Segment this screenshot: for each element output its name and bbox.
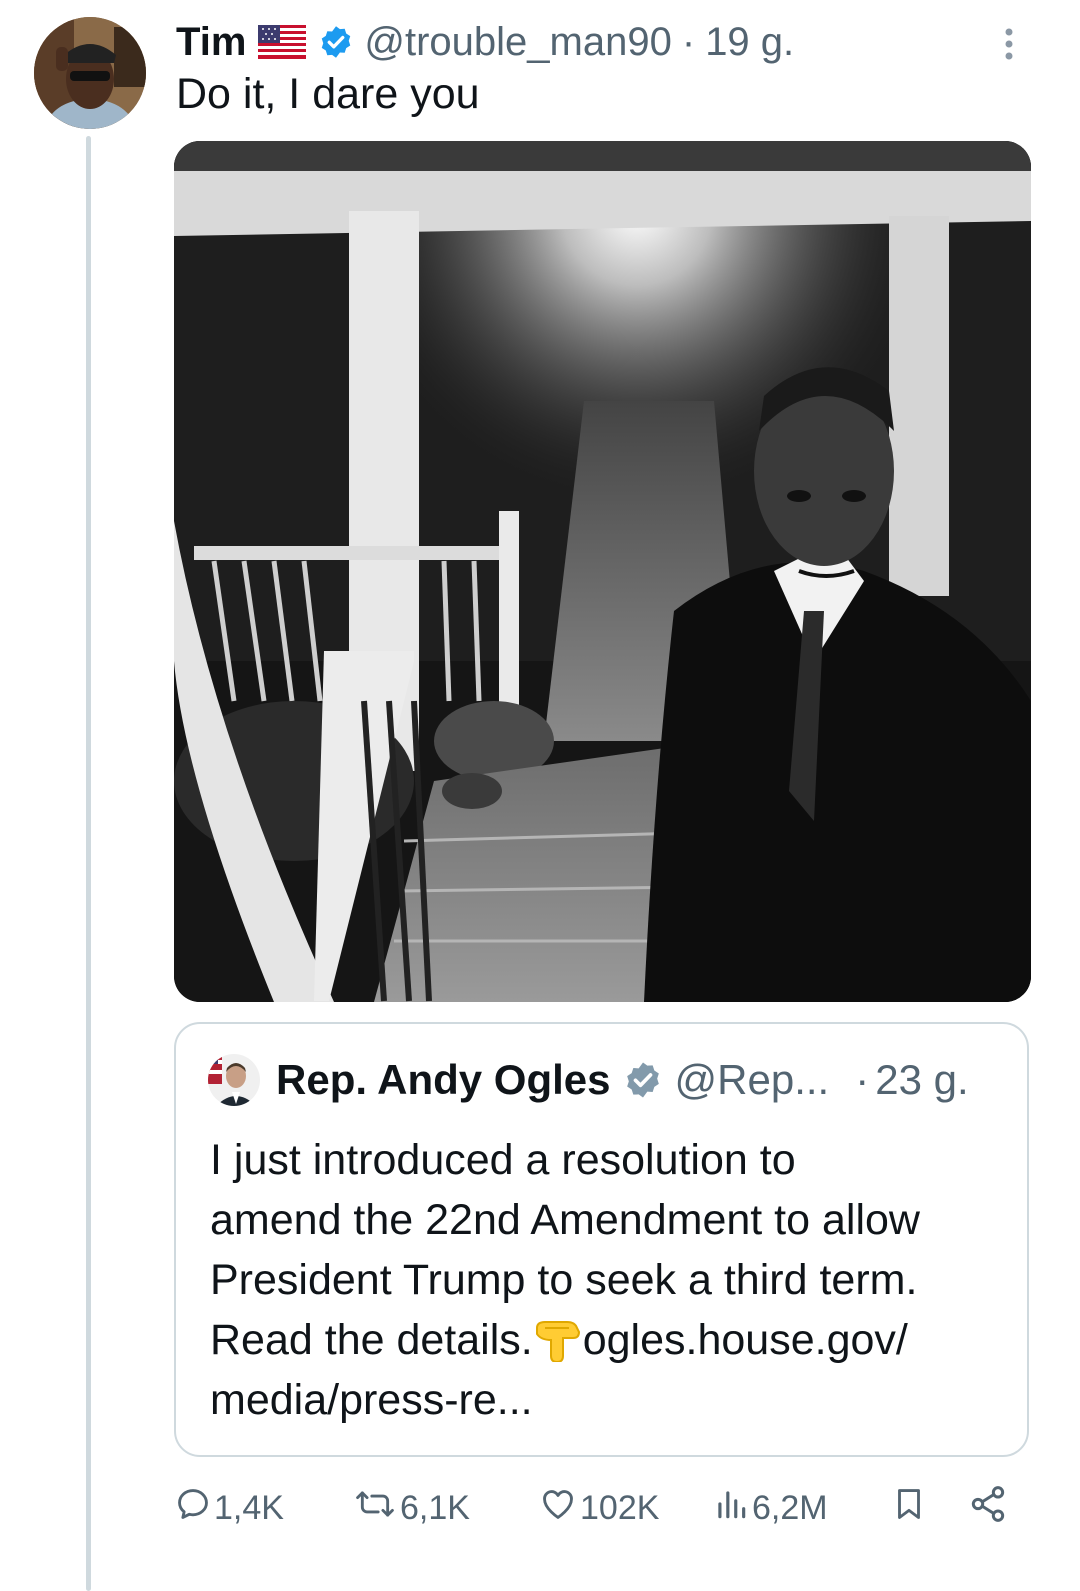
heart-icon	[538, 1485, 578, 1532]
quoted-text-segment: Read the details.	[210, 1316, 533, 1364]
post-text: Do it, I dare you	[176, 70, 480, 118]
post-time[interactable]: 19 g.	[705, 20, 794, 65]
share-icon	[968, 1484, 1008, 1533]
reply-button[interactable]: 1,4K	[174, 1480, 284, 1536]
reply-count: 1,4K	[214, 1488, 284, 1527]
reply-icon	[174, 1485, 212, 1532]
bookmark-icon	[890, 1484, 928, 1533]
quoted-author-handle[interactable]: @Rep...	[675, 1056, 830, 1104]
quoted-post-time[interactable]: 23 g.	[875, 1056, 968, 1104]
quoted-text-link[interactable]: ogles.house.gov/	[583, 1316, 908, 1364]
like-count: 102K	[580, 1488, 660, 1527]
author-avatar[interactable]	[34, 17, 146, 129]
more-vertical-icon[interactable]	[994, 24, 1024, 64]
quoted-post-card[interactable]: Rep. Andy Ogles @Rep... · 23 g. I just i…	[174, 1022, 1029, 1457]
action-bar: 1,4K 6,1K 102K 6,2M	[174, 1480, 1024, 1536]
post-image[interactable]	[174, 141, 1031, 1002]
like-button[interactable]: 102K	[538, 1480, 659, 1536]
share-button[interactable]	[968, 1480, 1008, 1536]
views-button[interactable]: 6,2M	[712, 1480, 828, 1536]
verified-badge-icon	[623, 1060, 663, 1100]
quoted-post-header: Rep. Andy Ogles @Rep... · 23 g.	[208, 1050, 969, 1110]
post-header: Tim @trouble_man90 · 19 g.	[176, 12, 794, 72]
quoted-author-name[interactable]: Rep. Andy Ogles	[276, 1056, 611, 1104]
separator-dot: ·	[855, 1056, 870, 1103]
separator-dot: ·	[681, 19, 696, 64]
quoted-text-line: President Trump to seek a third term.	[210, 1256, 918, 1304]
repost-count: 6,1K	[400, 1488, 470, 1527]
quoted-text-line: amend the 22nd Amendment to allow	[210, 1196, 920, 1244]
verified-badge-icon	[318, 24, 354, 60]
us-flag-icon	[258, 25, 307, 59]
quoted-author-avatar[interactable]	[208, 1054, 260, 1106]
repost-button[interactable]: 6,1K	[352, 1480, 470, 1536]
thread-connector-line	[86, 136, 91, 1591]
views-chart-icon	[712, 1485, 750, 1532]
author-name[interactable]: Tim	[176, 20, 246, 65]
bookmark-button[interactable]	[890, 1480, 928, 1536]
repost-icon	[352, 1485, 398, 1532]
quoted-post-text: I just introduced a resolution to amend …	[210, 1130, 1010, 1430]
quoted-text-link[interactable]: media/press-re...	[210, 1370, 1010, 1430]
author-handle[interactable]: @trouble_man90	[364, 20, 671, 65]
quoted-text-line: I just introduced a resolution to	[210, 1136, 796, 1184]
quoted-text-line: Read the details. ogles.house.gov/	[210, 1310, 1010, 1370]
backhand-pointing-down-emoji	[533, 1318, 583, 1364]
views-count: 6,2M	[752, 1488, 828, 1527]
